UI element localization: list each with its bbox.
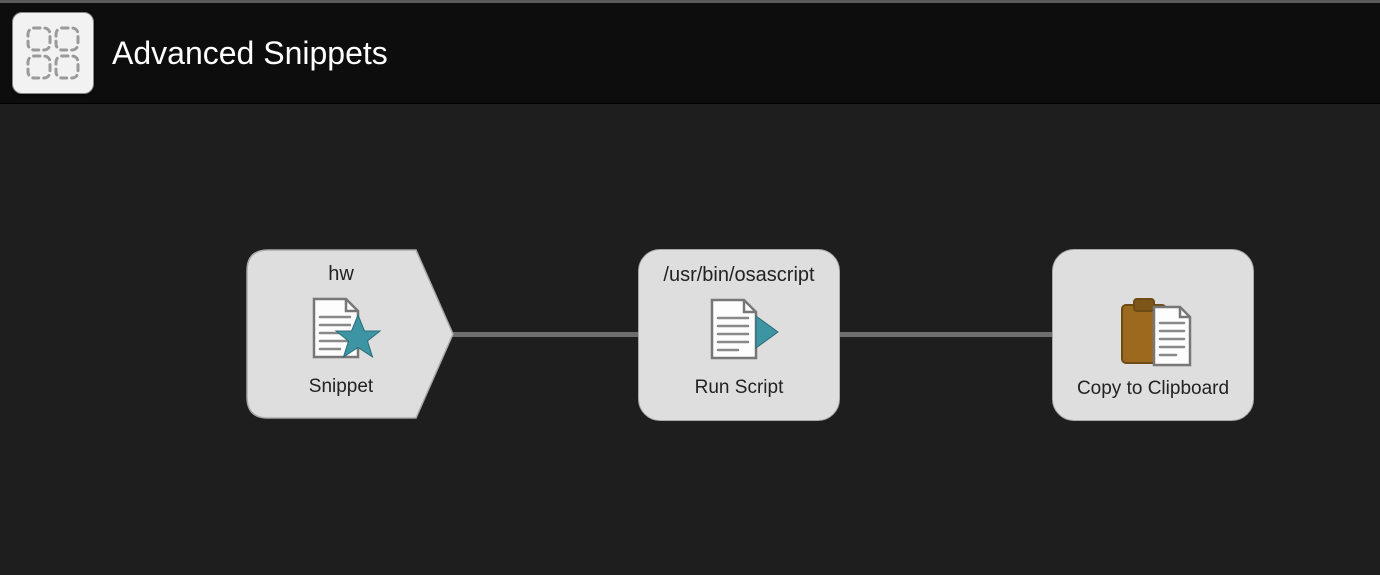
workflow-app-icon <box>12 12 94 94</box>
node-subtitle: Run Script <box>695 377 784 399</box>
node-run-script[interactable]: /usr/bin/osascript Run Script <box>638 249 840 421</box>
connector-line <box>830 332 1070 337</box>
node-snippet[interactable]: hw <box>246 249 456 419</box>
node-title: /usr/bin/osascript <box>663 264 814 287</box>
node-subtitle: Copy to Clipboard <box>1077 378 1229 400</box>
run-script-document-play-icon <box>698 295 780 367</box>
workflow-canvas[interactable]: hw <box>0 104 1380 575</box>
node-copy-to-clipboard[interactable]: Copy to Clipboard <box>1052 249 1254 421</box>
node-title: hw <box>328 263 354 286</box>
connector-line <box>440 332 650 337</box>
clipboard-icon <box>1108 296 1198 368</box>
node-subtitle: Snippet <box>309 376 373 398</box>
workflow-header: Advanced Snippets <box>0 3 1380 104</box>
snippet-document-star-icon <box>300 294 382 366</box>
workflow-title: Advanced Snippets <box>112 35 388 72</box>
